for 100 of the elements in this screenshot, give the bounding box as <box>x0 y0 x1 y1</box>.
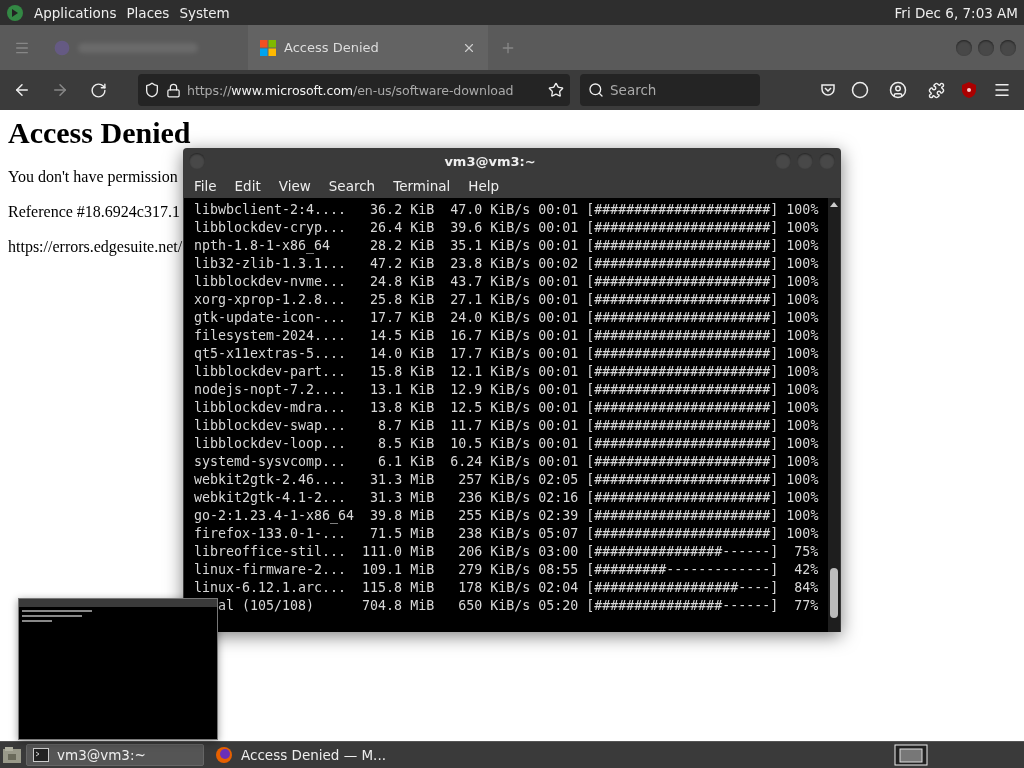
download-size: 111.0 MiB <box>362 543 435 561</box>
download-size: 71.5 MiB <box>370 525 435 543</box>
menu-item[interactable]: File <box>187 178 224 194</box>
scrollbar-thumb[interactable] <box>830 568 839 618</box>
download-rate: 24.0 KiB/s <box>450 309 531 327</box>
shield-icon[interactable] <box>144 82 160 98</box>
percent: 100% <box>786 435 819 453</box>
percent: 100% <box>786 525 819 543</box>
download-rate: 6.24 KiB/s <box>450 453 531 471</box>
download-rate: 650 KiB/s <box>458 597 531 615</box>
eta: 05:07 <box>538 525 579 543</box>
progress-text: [######################] <box>586 399 779 417</box>
download-size: 17.7 KiB <box>370 309 435 327</box>
download-size: 26.4 KiB <box>370 219 435 237</box>
download-size: 8.7 KiB <box>378 417 435 435</box>
taskbar-button[interactable]: Access Denied — M... <box>208 744 386 766</box>
percent: 100% <box>786 507 819 525</box>
search-icon <box>588 82 604 98</box>
workspace-switcher[interactable] <box>894 744 928 766</box>
download-size: 31.3 MiB <box>370 471 435 489</box>
progress-text: [######################] <box>586 255 779 273</box>
package-name: libblockdev-swap... <box>194 417 347 435</box>
package-name: lib32-zlib-1.3.1... <box>194 255 347 273</box>
menu-item[interactable]: Search <box>321 178 383 194</box>
progress-text: [######################] <box>586 237 779 255</box>
download-size: 25.8 KiB <box>370 291 435 309</box>
package-name: firefox-133.0-1-... <box>194 525 347 543</box>
progress-text: [######################] <box>586 417 779 435</box>
panel-menu[interactable]: Applications <box>34 4 117 21</box>
eta: 00:01 <box>538 453 579 471</box>
panel-menu[interactable]: System <box>179 4 230 21</box>
pocket-icon[interactable] <box>820 82 836 98</box>
star-icon[interactable] <box>548 82 564 98</box>
package-name: filesystem-2024.... <box>194 327 347 345</box>
taskbar-button[interactable]: vm3@vm3:~ <box>26 744 204 766</box>
eta: 02:16 <box>538 489 579 507</box>
download-size: 14.5 KiB <box>370 327 435 345</box>
shield-extension-icon[interactable] <box>960 81 978 99</box>
download-size: 13.8 KiB <box>370 399 435 417</box>
download-rate: 23.8 KiB/s <box>450 255 531 273</box>
download-rate: 39.6 KiB/s <box>450 219 531 237</box>
package-name: nodejs-nopt-7.2.... <box>194 381 347 399</box>
eta: 00:02 <box>538 255 579 273</box>
download-rate: 279 KiB/s <box>458 561 531 579</box>
package-name: gtk-update-icon-... <box>194 309 347 327</box>
download-rate: 238 KiB/s <box>458 525 531 543</box>
eta: 00:01 <box>538 219 579 237</box>
eta: 03:00 <box>538 543 579 561</box>
package-name: linux-firmware-2... <box>194 561 347 579</box>
app-menu-logo-icon[interactable] <box>6 3 24 22</box>
page-text: Reference #18.6924c317.1 <box>8 203 180 221</box>
site-icon <box>54 39 70 56</box>
address-bar[interactable]: https://www.microsoft.com/en-us/software-download <box>138 74 570 106</box>
percent: 100% <box>786 453 819 471</box>
download-size: 14.0 KiB <box>370 345 435 363</box>
package-name: linux-6.12.1.arc... <box>194 579 347 597</box>
eta: 00:01 <box>538 291 579 309</box>
download-size: 36.2 KiB <box>370 201 435 219</box>
menu-item[interactable]: Terminal <box>386 178 458 194</box>
lock-icon[interactable] <box>166 82 181 98</box>
search-field[interactable]: Search <box>580 74 760 106</box>
download-rate: 35.1 KiB/s <box>450 237 531 255</box>
download-size: 8.5 KiB <box>378 435 435 453</box>
progress-text: [######################] <box>586 453 779 471</box>
percent: 100% <box>786 219 819 237</box>
percent: 100% <box>786 255 819 273</box>
percent: 75% <box>794 543 819 561</box>
percent: 100% <box>786 381 819 399</box>
scroll-up-icon[interactable] <box>830 201 839 207</box>
eta: 00:01 <box>538 309 579 327</box>
menu-item[interactable]: Help <box>461 178 507 194</box>
download-rate: 47.0 KiB/s <box>450 201 531 219</box>
package-name: webkit2gtk-4.1-2... <box>194 489 347 507</box>
download-size: 109.1 MiB <box>362 561 435 579</box>
package-name: webkit2gtk-2.46.... <box>194 471 347 489</box>
browser-tab[interactable]: Access Denied <box>248 25 488 70</box>
download-rate: 12.5 KiB/s <box>450 399 531 417</box>
download-size: 6.1 KiB <box>378 453 435 471</box>
progress-text: [######################] <box>586 219 779 237</box>
package-name: libblockdev-cryp... <box>194 219 347 237</box>
progress-text: [##################----] <box>586 579 779 597</box>
menu-item[interactable]: Edit <box>227 178 268 194</box>
package-name: libblockdev-part... <box>194 363 347 381</box>
download-size: 28.2 KiB <box>370 237 435 255</box>
progress-text: [######################] <box>586 273 779 291</box>
percent: 100% <box>786 363 819 381</box>
page-heading: Access Denied <box>8 116 191 150</box>
percent: 100% <box>786 489 819 507</box>
show-desktop-icon[interactable] <box>2 746 22 764</box>
percent: 100% <box>786 327 819 345</box>
menu-item[interactable]: View <box>271 178 318 194</box>
package-name: libreoffice-stil... <box>194 543 347 561</box>
panel-menu[interactable]: Places <box>126 4 170 21</box>
terminal-icon <box>33 748 49 762</box>
download-size: 31.3 MiB <box>370 489 435 507</box>
percent: 84% <box>794 579 819 597</box>
download-size: 13.1 KiB <box>370 381 435 399</box>
eta: 00:01 <box>538 399 579 417</box>
progress-text: [################------] <box>586 543 779 561</box>
progress-text: [#########-------------] <box>586 561 779 579</box>
